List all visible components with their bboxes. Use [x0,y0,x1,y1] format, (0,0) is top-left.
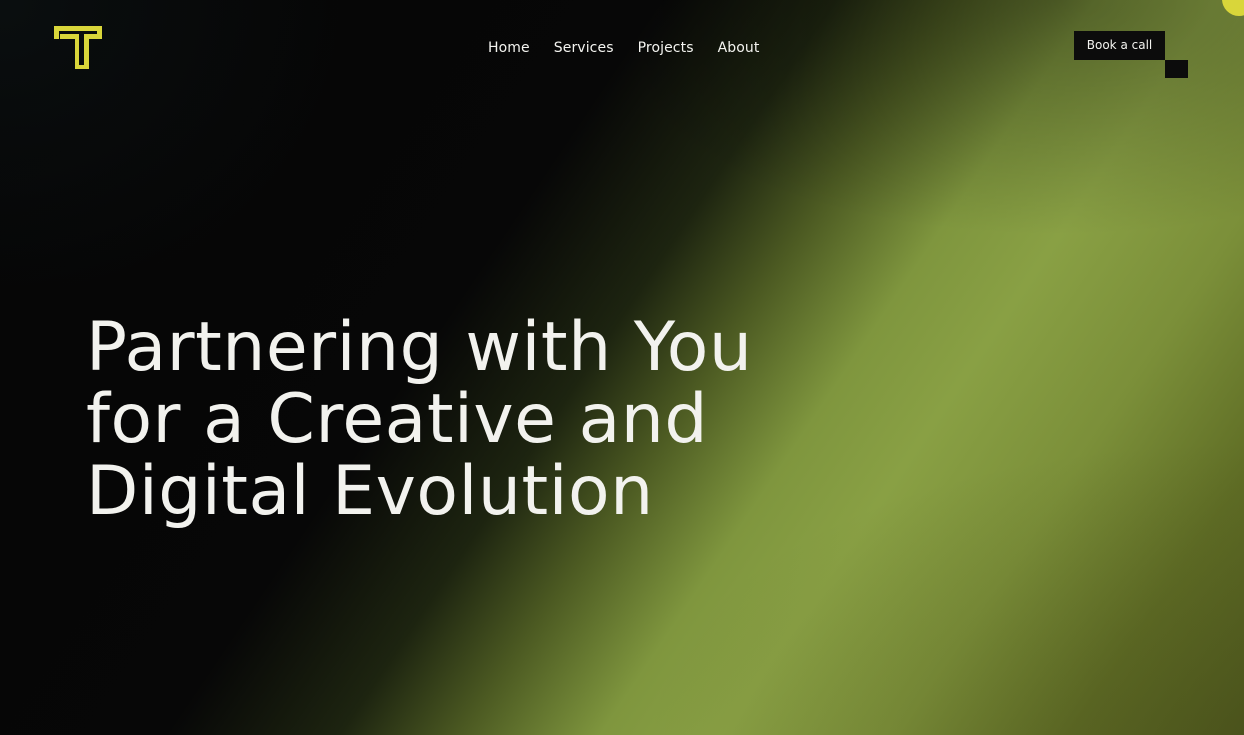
nav-item-projects[interactable]: Projects [638,38,694,58]
nav-item-home[interactable]: Home [488,38,530,58]
t-letter-logo-icon[interactable] [54,26,102,70]
nav-item-about[interactable]: About [718,38,760,58]
hero-heading-line-3: Digital Evolution [86,452,654,531]
nav-item-services[interactable]: Services [554,38,614,58]
book-call-button-shadow [1165,60,1188,78]
landing-page: Home Services Projects About Book a call… [0,0,1244,735]
hero-heading: Partnering with You for a Creative and D… [86,312,846,528]
hero-heading-line-2: for a Creative and [86,380,709,459]
book-call-button[interactable]: Book a call [1074,31,1165,60]
main-nav: Home Services Projects About [488,38,760,58]
hero-heading-line-1: Partnering with You [86,308,753,387]
